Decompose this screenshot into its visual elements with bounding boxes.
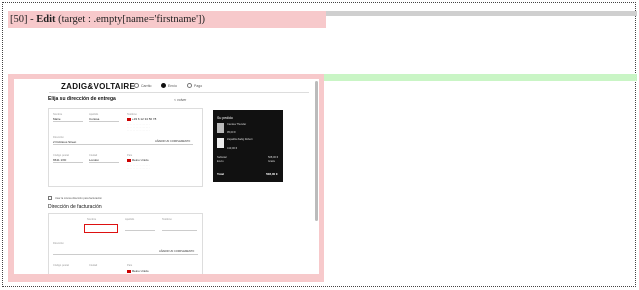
item2-name: Zapatilla Zadig Robert xyxy=(227,138,253,141)
action-target: (target : .empty[name='firstname']) xyxy=(55,14,205,25)
country-label: País xyxy=(127,154,133,157)
subtotal-label: Subtotal xyxy=(217,156,227,159)
billing-country-name: Reino Unido xyxy=(132,269,149,273)
step-cart-label: Carrito xyxy=(141,83,152,88)
postcode-label: Código postal xyxy=(53,154,69,157)
billing-address-label: Dirección xyxy=(53,242,64,245)
product-thumbnail xyxy=(217,123,224,133)
billing-lastname-label: Apellido xyxy=(125,218,135,221)
step-cart-dot xyxy=(134,83,139,88)
product-thumbnail xyxy=(217,138,224,148)
country-hint: · · · · · · · · · · · · · · · · · · · · ·… xyxy=(127,164,150,171)
summary-title: Su pedido xyxy=(217,116,233,120)
top-divider xyxy=(325,11,637,16)
same-address-label: Usar la misma dirección para facturación xyxy=(55,197,102,200)
result-strip xyxy=(324,74,637,81)
phone-label: Teléfono xyxy=(127,113,137,116)
firstname-underline xyxy=(53,121,83,122)
billing-country-label: País xyxy=(127,264,133,267)
lastname-underline xyxy=(89,121,119,122)
country-value[interactable]: Reino Unido xyxy=(127,158,149,162)
step-shipping-label: Envío xyxy=(168,83,177,88)
step-shipping-dot xyxy=(161,83,166,88)
billing-firstname-label: Nombre xyxy=(87,218,97,221)
back-link[interactable]: < volver xyxy=(174,98,186,102)
uk-flag-icon xyxy=(127,158,131,162)
uk-flag-icon xyxy=(127,117,131,121)
shipping-title: Elija su dirección de entrega xyxy=(48,96,116,102)
phone-hint: · · · · · · · · · · · · · · · · · · · · ·… xyxy=(127,123,150,133)
billing-address-card: Nombre Apellido Teléfono Dirección AÑADI… xyxy=(48,213,203,274)
add-complement-link[interactable]: AÑADIR UN COMPLEMENTO xyxy=(155,140,190,143)
postcode-underline xyxy=(53,162,83,163)
city-underline xyxy=(89,162,119,163)
item1-name: Camisa Thunder xyxy=(227,123,247,126)
subtotal-value: 508,00 € xyxy=(268,156,279,159)
city-label: Ciudad xyxy=(89,154,98,157)
action-prefix: [50] - xyxy=(10,14,37,25)
step-payment: Pago xyxy=(187,83,202,88)
shipping-address-card: Nombre Marie Apellido Curiosa Teléfono +… xyxy=(48,108,203,187)
billing-city-label: Ciudad xyxy=(89,264,98,267)
action-verb: Edit xyxy=(36,14,56,25)
billing-phone-input[interactable] xyxy=(162,230,197,231)
shipping-cost-value: Gratis xyxy=(268,160,275,163)
phone-value[interactable]: +33 6 12 34 56 78 xyxy=(127,117,156,121)
item2-price: 413,00 € xyxy=(227,147,238,150)
total-value: 508,00 € xyxy=(266,172,278,176)
address-underline xyxy=(53,144,193,145)
uk-flag-icon xyxy=(127,269,131,273)
country-name: Reino Unido xyxy=(132,158,149,162)
step-shipping: Envío xyxy=(161,83,177,88)
step-payment-dot xyxy=(187,83,192,88)
lastname-label: Apellido xyxy=(89,113,99,116)
billing-lastname-input[interactable] xyxy=(125,230,155,231)
brand-logo[interactable]: ZADIG&VOLTAIRE xyxy=(61,82,135,91)
action-caption: [50] - Edit (target : .empty[name='first… xyxy=(8,11,326,28)
item1-price: 95,00 € xyxy=(227,131,236,134)
header-divider xyxy=(49,92,309,93)
billing-phone-label: Teléfono xyxy=(162,218,172,221)
billing-postcode-label: Código postal xyxy=(53,264,69,267)
scrollbar[interactable] xyxy=(315,81,318,221)
firstname-label: Nombre xyxy=(53,113,63,116)
checkout-screenshot: ZADIG&VOLTAIRE Carrito Envío Pago Elija … xyxy=(14,79,319,274)
billing-firstname-input-highlight[interactable] xyxy=(84,224,118,233)
order-summary: Su pedido Camisa Thunder 95,00 € Zapatil… xyxy=(213,110,283,182)
billing-country-select[interactable]: Reino Unido xyxy=(127,269,149,273)
step-payment-label: Pago xyxy=(194,83,203,88)
billing-title: Dirección de facturación xyxy=(48,204,102,210)
phone-number: +33 6 12 34 56 78 xyxy=(132,117,157,121)
billing-add-complement-link[interactable]: AÑADIR UN COMPLEMENTO xyxy=(159,250,194,253)
total-label: Total xyxy=(217,172,224,176)
billing-address-input[interactable] xyxy=(53,254,198,255)
same-address-checkbox[interactable] xyxy=(48,196,52,200)
shipping-cost-label: Envío xyxy=(217,160,224,163)
step-cart: Carrito xyxy=(134,83,152,88)
address-label: Dirección xyxy=(53,136,64,139)
